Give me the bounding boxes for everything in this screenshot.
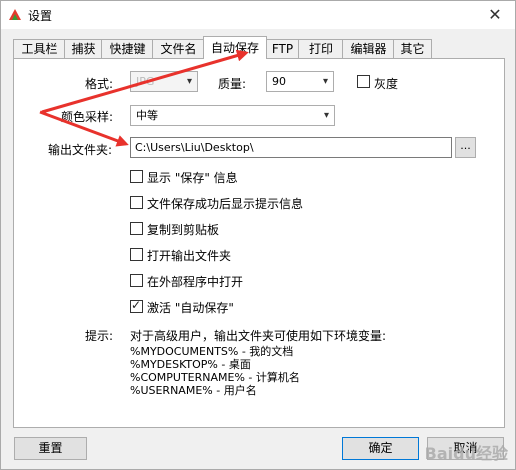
chevron-down-icon: ▾ bbox=[323, 110, 329, 121]
output-folder-label: 输出文件夹: bbox=[48, 143, 113, 157]
tab-capture[interactable]: 捕获 bbox=[64, 39, 103, 58]
option-checkbox[interactable] bbox=[130, 298, 143, 313]
option-checkbox[interactable] bbox=[130, 170, 143, 183]
tab-ftp[interactable]: FTP bbox=[265, 39, 300, 58]
browse-button[interactable]: ... bbox=[455, 137, 476, 158]
env-var-username: %USERNAME% - 用户名 bbox=[130, 384, 257, 397]
app-logo-icon bbox=[9, 9, 21, 20]
option-checkbox[interactable] bbox=[130, 274, 143, 287]
chevron-down-icon: ▾ bbox=[322, 76, 328, 87]
reset-button[interactable]: 重置 bbox=[14, 437, 87, 460]
env-var-desktop: %MYDESKTOP% - 桌面 bbox=[130, 358, 251, 371]
window-title: 设置 bbox=[28, 9, 53, 23]
watermark: Baidu经验 bbox=[424, 444, 508, 463]
color-sampling-label: 颜色采样: bbox=[61, 110, 114, 124]
option-label: 复制到剪贴板 bbox=[147, 223, 220, 237]
hint-text: 对于高级用户，输出文件夹可使用如下环境变量: bbox=[130, 329, 387, 343]
output-folder-input[interactable]: C:\Users\Liu\Desktop\ bbox=[130, 137, 452, 158]
option-label: 打开输出文件夹 bbox=[147, 249, 232, 263]
format-select[interactable]: JPG ▾ bbox=[130, 71, 198, 92]
option-checkbox[interactable] bbox=[130, 222, 143, 235]
chevron-down-icon: ▾ bbox=[186, 76, 192, 87]
quality-value: 90 bbox=[272, 75, 286, 88]
settings-window: 设置 ✕ 工具栏 捕获 快捷键 文件名 自动保存 FTP 打印 编辑器 其它 格… bbox=[0, 0, 516, 470]
option-checkbox[interactable] bbox=[130, 196, 143, 209]
hint-label: 提示: bbox=[85, 329, 114, 343]
autosave-panel: 格式: JPG ▾ 质量: 90 ▾ 灰度 颜色采样: 中等 ▾ 输出文件夹: … bbox=[13, 58, 505, 428]
close-button[interactable]: ✕ bbox=[485, 5, 505, 25]
option-label: 在外部程序中打开 bbox=[147, 275, 244, 289]
format-value: JPG bbox=[136, 75, 155, 88]
tab-autosave[interactable]: 自动保存 bbox=[203, 36, 267, 59]
quality-label: 质量: bbox=[218, 77, 247, 91]
option-checkbox[interactable] bbox=[130, 248, 143, 261]
tab-toolbar[interactable]: 工具栏 bbox=[13, 39, 66, 58]
format-label: 格式: bbox=[85, 77, 114, 91]
env-var-documents: %MYDOCUMENTS% - 我的文档 bbox=[130, 345, 294, 358]
tab-hotkeys[interactable]: 快捷键 bbox=[101, 39, 154, 58]
option-label: 显示 "保存" 信息 bbox=[147, 171, 238, 185]
color-sampling-value: 中等 bbox=[136, 109, 158, 122]
option-label: 文件保存成功后显示提示信息 bbox=[147, 197, 304, 211]
option-label: 激活 "自动保存" bbox=[147, 301, 234, 315]
quality-select[interactable]: 90 ▾ bbox=[266, 71, 334, 92]
tab-editor[interactable]: 编辑器 bbox=[342, 39, 395, 58]
grayscale-label: 灰度 bbox=[374, 77, 399, 91]
tab-other[interactable]: 其它 bbox=[393, 39, 432, 58]
ok-button[interactable]: 确定 bbox=[342, 437, 419, 460]
grayscale-checkbox[interactable] bbox=[357, 75, 370, 88]
tab-filename[interactable]: 文件名 bbox=[152, 39, 205, 58]
tab-print[interactable]: 打印 bbox=[298, 39, 344, 58]
env-var-computername: %COMPUTERNAME% - 计算机名 bbox=[130, 371, 300, 384]
close-icon: ✕ bbox=[488, 5, 502, 24]
title-bar: 设置 ✕ bbox=[1, 1, 515, 29]
color-sampling-select[interactable]: 中等 ▾ bbox=[130, 105, 335, 126]
